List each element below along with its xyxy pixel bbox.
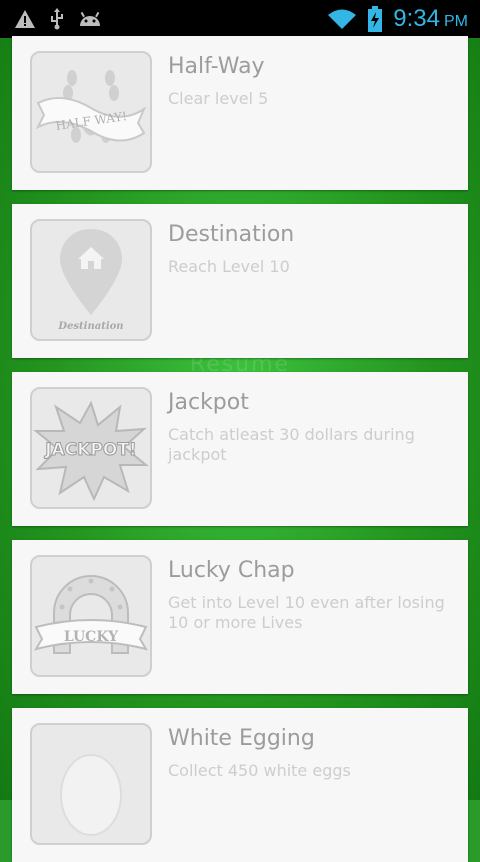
achievement-title: Half-Way [168, 54, 265, 79]
achievement-title: Destination [168, 222, 295, 247]
achievement-title: White Egging [168, 726, 315, 751]
half-way-badge-icon: HALF WAY! [30, 51, 152, 173]
achievement-title: Jackpot [168, 390, 249, 415]
map-pin-home-icon: Destination [30, 219, 152, 341]
wifi-icon [327, 8, 357, 30]
status-bar: 9:34 PM [0, 0, 480, 38]
achievement-card-half-way[interactable]: HALF WAY! Half-Way Clear level 5 [12, 36, 468, 190]
achievement-description: Get into Level 10 even after losing 10 o… [168, 593, 445, 632]
achievement-card-white-egging[interactable]: White Egging Collect 450 white eggs [12, 708, 468, 862]
achievement-description: Collect 450 white eggs [168, 761, 351, 780]
warning-icon [14, 9, 36, 29]
svg-text:Destination: Destination [57, 321, 123, 332]
achievement-description: Clear level 5 [168, 89, 269, 108]
usb-icon [50, 8, 64, 30]
achievement-card-jackpot[interactable]: JACKPOT! Jackpot Catch atleast 30 dollar… [12, 372, 468, 526]
achievement-description: Catch atleast 30 dollars during jackpot [168, 425, 415, 464]
jackpot-burst-icon: JACKPOT! [30, 387, 152, 509]
achievement-card-destination[interactable]: Destination Destination Reach Level 10 [12, 204, 468, 358]
achievement-description: Reach Level 10 [168, 257, 290, 276]
svg-text:JACKPOT!: JACKPOT! [44, 440, 136, 460]
achievement-title: Lucky Chap [168, 558, 295, 583]
svg-text:LUCKY: LUCKY [64, 629, 119, 645]
achievement-card-lucky-chap[interactable]: LUCKY Lucky Chap Get into Level 10 even … [12, 540, 468, 694]
android-debug-icon [78, 10, 102, 28]
white-egg-icon [30, 723, 152, 845]
lucky-horseshoe-icon: LUCKY [30, 555, 152, 677]
battery-charging-icon [367, 6, 383, 32]
clock: 9:34 PM [393, 5, 468, 32]
